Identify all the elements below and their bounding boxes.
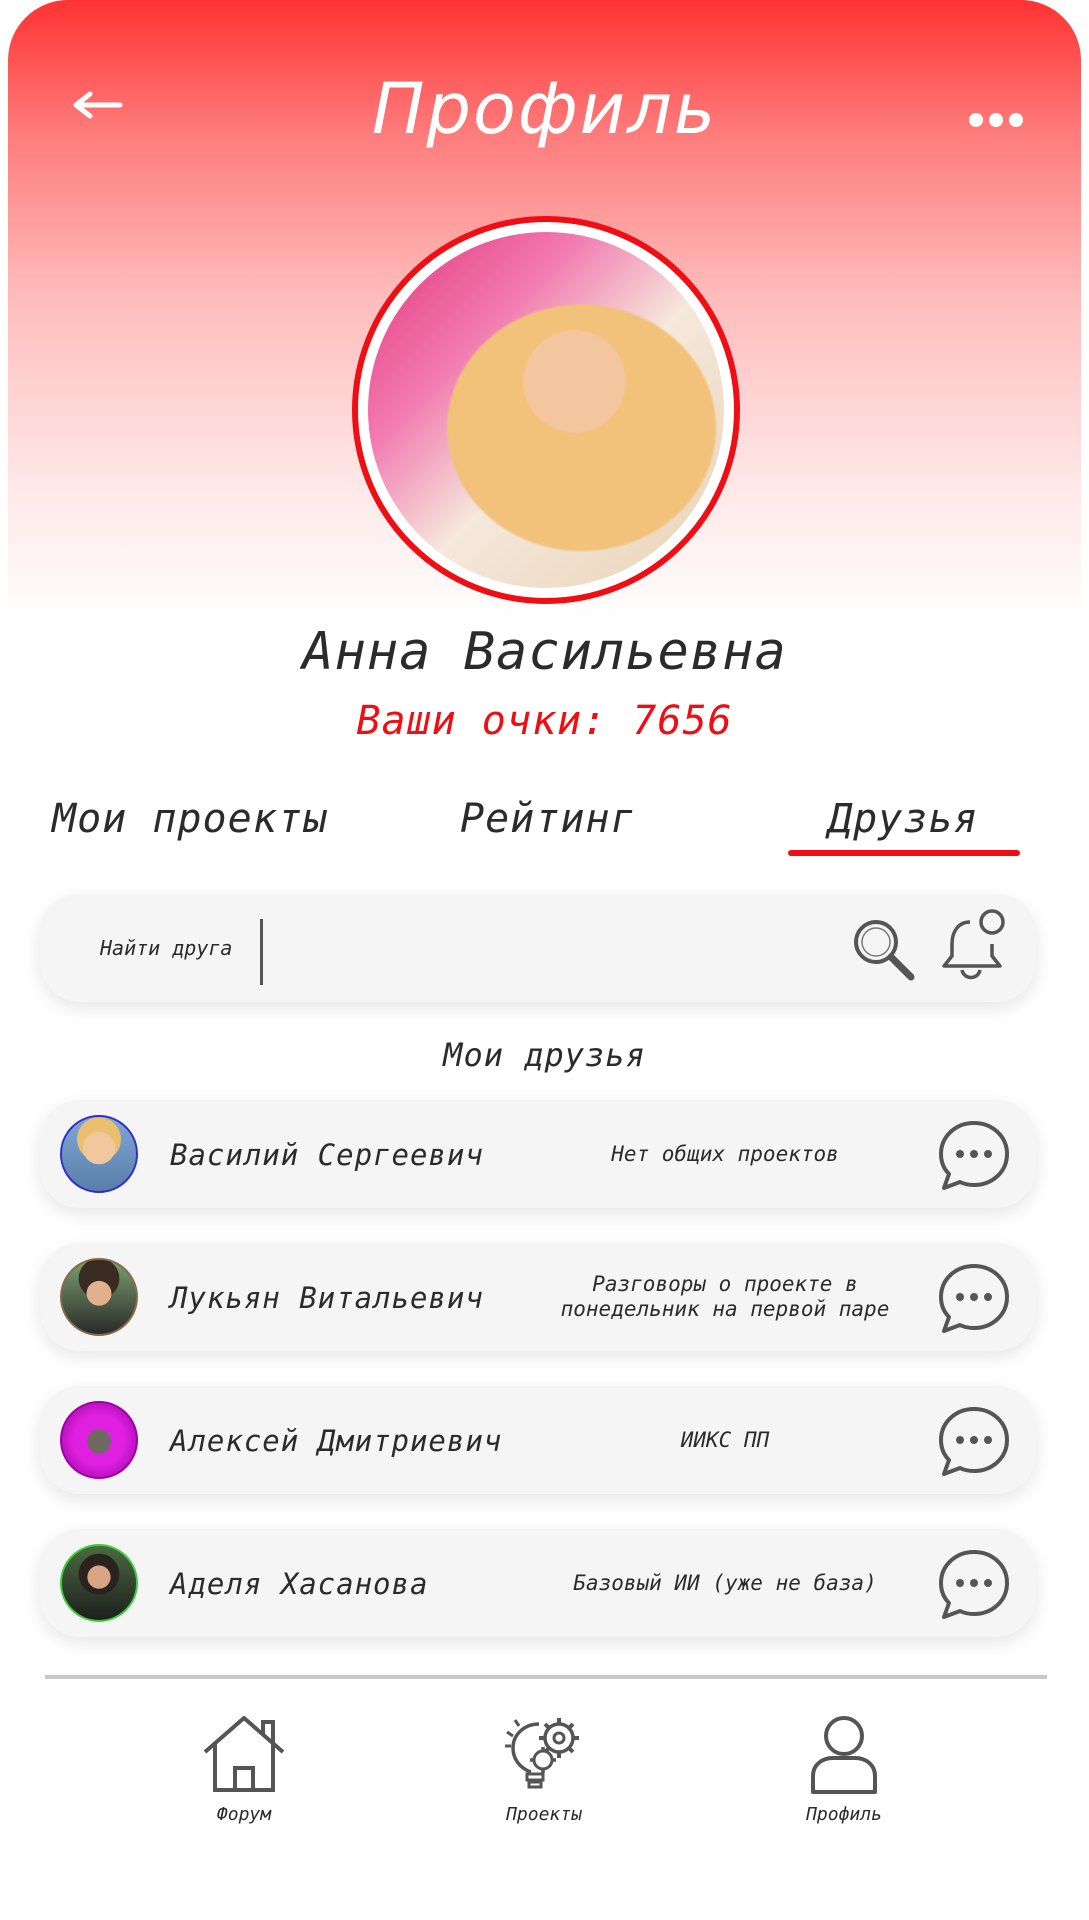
friend-name: Аделя Хасанова	[170, 1567, 429, 1601]
chat-bubble-icon	[939, 1550, 1009, 1619]
search-caret	[260, 919, 263, 985]
nav-forum-label: Форум	[216, 1804, 272, 1825]
friend-note: Нет общих проектов	[611, 1141, 839, 1166]
bell-icon	[942, 909, 1005, 980]
friend-name: Алексей Дмитриевич	[170, 1424, 503, 1458]
search-button[interactable]	[848, 914, 918, 984]
profile-photo	[368, 232, 724, 588]
more-button[interactable]	[966, 110, 1026, 130]
chat-button[interactable]	[936, 1118, 1012, 1194]
friend-avatar	[60, 1401, 138, 1479]
tab-my-projects[interactable]: Мои проекты	[52, 796, 328, 842]
friend-note: Базовый ИИ (уже не база)	[573, 1570, 877, 1595]
tab-rating[interactable]: Рейтинг	[460, 796, 636, 842]
chat-button[interactable]	[936, 1547, 1012, 1623]
search-input[interactable]	[272, 914, 716, 986]
friend-note: ИИКС ПП	[680, 1427, 770, 1452]
friend-note: Разговоры о проекте в понедельник на пер…	[560, 1272, 890, 1321]
friend-avatar	[60, 1258, 138, 1336]
more-dots-icon	[969, 113, 1023, 127]
nav-profile[interactable]: Профиль	[774, 1714, 914, 1825]
user-points: Ваши очки: 7656	[356, 698, 733, 744]
tab-friends[interactable]: Друзья	[828, 796, 979, 842]
profile-avatar[interactable]	[352, 216, 740, 604]
friend-row[interactable]: Василий Сергеевич Нет общих проектов	[40, 1100, 1036, 1208]
friend-avatar	[60, 1115, 138, 1193]
bottom-nav-divider	[45, 1675, 1047, 1679]
nav-projects-label: Проекты	[506, 1804, 582, 1825]
user-name: Анна Васильевна	[302, 622, 787, 682]
chat-bubble-icon	[939, 1264, 1009, 1333]
search-placeholder: Найти друга	[100, 936, 233, 960]
chat-button[interactable]	[936, 1404, 1012, 1480]
active-tab-indicator	[788, 850, 1020, 856]
page-title: Профиль	[371, 68, 718, 150]
nav-profile-label: Профиль	[806, 1804, 882, 1825]
search-icon	[854, 920, 915, 981]
friend-search-bar: Найти друга	[40, 894, 1036, 1002]
friend-name: Василий Сергеевич	[170, 1138, 484, 1172]
chat-bubble-icon	[939, 1121, 1009, 1190]
friend-row[interactable]: Алексей Дмитриевич ИИКС ПП	[40, 1386, 1036, 1494]
friend-row[interactable]: Аделя Хасанова Базовый ИИ (уже не база)	[40, 1529, 1036, 1637]
nav-projects[interactable]: Проекты	[474, 1714, 614, 1825]
friend-row[interactable]: Лукьян Витальевич Разговоры о проекте в …	[40, 1243, 1036, 1351]
friend-name: Лукьян Витальевич	[170, 1281, 484, 1315]
chat-bubble-icon	[939, 1407, 1009, 1476]
app-frame: Профиль Анна Васильевна Ваши очки: 7656 …	[8, 0, 1081, 1920]
friend-avatar	[60, 1544, 138, 1622]
home-icon	[203, 1716, 285, 1792]
user-icon	[811, 1716, 877, 1794]
friends-section-title: Мои друзья	[443, 1036, 646, 1074]
chat-button[interactable]	[936, 1261, 1012, 1337]
nav-forum[interactable]: Форум	[174, 1714, 314, 1825]
notifications-button[interactable]	[940, 908, 1010, 984]
gears-bulb-icon	[505, 1718, 579, 1789]
